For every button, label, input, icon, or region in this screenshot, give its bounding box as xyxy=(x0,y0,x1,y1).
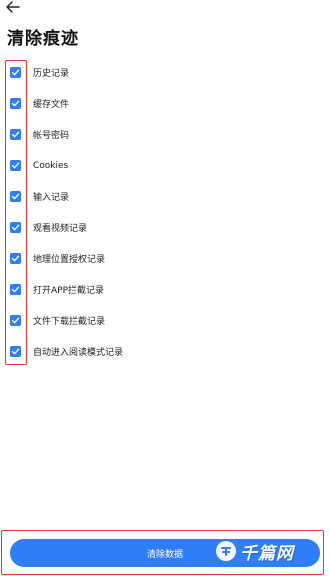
option-cookies[interactable]: Cookies xyxy=(0,150,330,181)
option-location-permission[interactable]: 地理位置授权记录 xyxy=(0,243,330,274)
back-button[interactable] xyxy=(6,1,20,13)
option-label: 观看视频记录 xyxy=(33,224,88,234)
option-cache[interactable]: 缓存文件 xyxy=(0,88,330,119)
highlight-box-checkboxes xyxy=(5,60,27,365)
option-label: 历史记录 xyxy=(33,69,70,79)
clear-data-button[interactable]: 清除数据 xyxy=(10,539,320,567)
option-passwords[interactable]: 帐号密码 xyxy=(0,119,330,150)
arrow-left-icon xyxy=(6,1,20,13)
option-label: 帐号密码 xyxy=(33,131,70,141)
option-label: 地理位置授权记录 xyxy=(33,255,106,265)
option-label: 自动进入阅读模式记录 xyxy=(33,348,124,358)
option-reader-mode[interactable]: 自动进入阅读模式记录 xyxy=(0,336,330,367)
page-title: 清除痕迹 xyxy=(7,29,79,49)
option-label: 打开APP拦截记录 xyxy=(33,286,105,296)
option-label: Cookies xyxy=(33,160,69,171)
clear-traces-screen: 清除痕迹 历史记录 缓存文件 帐号密码 Cookies 输入记录 观看视频记录 … xyxy=(0,0,330,576)
option-label: 输入记录 xyxy=(33,193,70,203)
option-app-open-block[interactable]: 打开APP拦截记录 xyxy=(0,274,330,305)
option-label: 文件下载拦截记录 xyxy=(33,317,106,327)
option-video-history[interactable]: 观看视频记录 xyxy=(0,212,330,243)
option-history[interactable]: 历史记录 xyxy=(0,57,330,88)
option-download-block[interactable]: 文件下载拦截记录 xyxy=(0,305,330,336)
option-label: 缓存文件 xyxy=(33,100,70,110)
option-input-history[interactable]: 输入记录 xyxy=(0,181,330,212)
